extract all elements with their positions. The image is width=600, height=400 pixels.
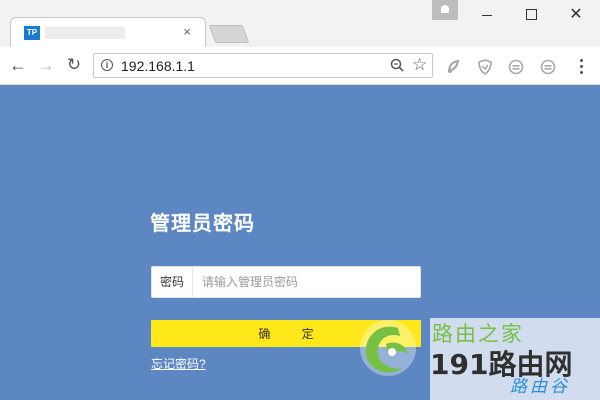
profile-button[interactable] [432, 0, 458, 20]
watermark-line2: 191路由网 [430, 348, 573, 381]
router-login-page: 管理员密码 密码 确 定 忘记密码? 路由之家 191路由网 路由谷 [0, 85, 600, 400]
password-input[interactable] [198, 267, 412, 297]
new-tab-button[interactable] [208, 25, 250, 43]
star-icon[interactable]: ☆ [412, 55, 427, 75]
window-close-button[interactable]: ✕ [554, 0, 598, 30]
menu-dots-icon[interactable] [574, 55, 590, 77]
watermark-line3: 路由谷 [510, 377, 570, 397]
url-text[interactable]: 192.168.1.1 [121, 58, 195, 74]
extension-leaf-icon[interactable] [446, 59, 462, 75]
watermark-background [430, 318, 600, 400]
maximize-icon [526, 9, 537, 20]
browser-tab-active[interactable]: TP × [10, 17, 206, 47]
zoom-icon[interactable] [390, 58, 404, 72]
extension-circle-icon-2[interactable] [540, 59, 556, 75]
forgot-password-link[interactable]: 忘记密码? [151, 355, 206, 372]
password-field-group: 密码 [151, 266, 421, 298]
browser-window: TP × ✕ ← → ↻ i 192.168.1.1 ☆ 管理员密码 密码 确 … [0, 0, 600, 400]
window-maximize-button[interactable] [510, 0, 554, 30]
address-bar[interactable]: i 192.168.1.1 ☆ [93, 53, 433, 78]
page-title: 管理员密码 [150, 213, 255, 235]
shield-icon[interactable] [477, 59, 493, 75]
forward-arrow-icon[interactable]: → [36, 55, 56, 75]
profile-icon [441, 5, 449, 13]
minimize-icon [482, 15, 492, 16]
tab-close-icon[interactable]: × [183, 25, 191, 39]
browser-title-bar: TP × ✕ [0, 0, 600, 47]
confirm-button[interactable]: 确 定 [151, 320, 421, 347]
tp-link-favicon-icon: TP [24, 26, 40, 40]
reload-icon[interactable]: ↻ [64, 55, 84, 75]
window-minimize-button[interactable] [466, 0, 510, 30]
extension-circle-icon[interactable] [508, 59, 524, 75]
browser-toolbar: ← → ↻ i 192.168.1.1 ☆ [0, 47, 600, 85]
back-arrow-icon[interactable]: ← [8, 55, 28, 75]
info-icon[interactable]: i [101, 59, 113, 71]
tab-title-placeholder [45, 27, 125, 39]
password-label: 密码 [152, 267, 193, 297]
watermark-line1: 路由之家 [432, 322, 524, 346]
